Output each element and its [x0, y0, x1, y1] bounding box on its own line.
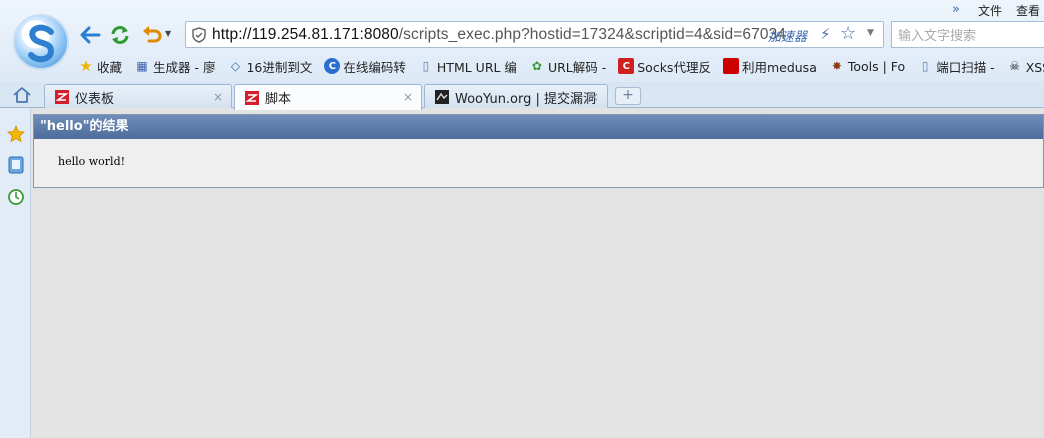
url-path: /scripts_exec.php?hostid=17324&scriptid=… [398, 25, 787, 43]
new-tab-button[interactable]: + [615, 87, 641, 105]
bookmark-item[interactable]: ▯ HTML URL 编 [418, 57, 517, 76]
address-bar[interactable]: http://119.254.81.171:8080/scripts_exec.… [185, 21, 884, 48]
refresh-button[interactable] [108, 24, 132, 46]
bookmarks-bar: ★ 收藏 ▦ 生成器 - 廖 ◇ 16进制到文 C 在线编码转 ▯ HTML URL 编 … [78, 55, 1044, 77]
page-icon: ▯ [921, 59, 929, 73]
menu-file[interactable]: 文件 [978, 2, 1002, 20]
address-dropdown-icon[interactable]: ▼ [867, 28, 874, 38]
code-icon: ◇ [230, 59, 241, 73]
security-shield-icon[interactable] [186, 26, 212, 43]
undo-icon [143, 26, 162, 43]
sidebar [0, 108, 31, 438]
refresh-icon [111, 26, 129, 44]
search-input[interactable]: 输入文字搜索 [891, 21, 1044, 48]
top-menu: » 文件 查看 [952, 2, 1044, 20]
bookmark-item[interactable]: ✿ URL解码 - [529, 57, 606, 76]
bug-icon: ✸ [831, 59, 842, 73]
browser-logo-icon[interactable] [13, 14, 69, 70]
favorite-star-icon[interactable]: ☆ [840, 23, 856, 44]
star-icon: ★ [79, 57, 93, 75]
close-tab-icon[interactable]: × [589, 90, 599, 104]
puzzle-icon: ✿ [531, 59, 542, 73]
zabbix-icon [55, 90, 69, 104]
reader-icon[interactable] [6, 155, 26, 175]
tab-label: WooYun.org | 提交漏洞 [455, 91, 597, 107]
tab-strip: 仪表板 × 脚本 × WooYun.org | 提交漏洞 × + [0, 82, 1044, 110]
undo-dropdown-icon[interactable]: ▼ [165, 29, 171, 38]
browser-toolbar: » 文件 查看 ▼ http://119.254.81.171:8080/scr… [0, 0, 1044, 82]
film-icon: ▦ [136, 59, 148, 73]
red-c-icon: C [618, 58, 635, 74]
bookmark-item[interactable]: C Socks代理反 [618, 57, 711, 76]
zabbix-icon [245, 90, 259, 105]
expand-menu-icon[interactable]: » [952, 2, 960, 20]
bookmark-item[interactable]: 利用medusa [722, 57, 817, 76]
script-output: hello world! [58, 155, 126, 168]
close-tab-icon[interactable]: × [213, 90, 223, 104]
bookmark-item[interactable]: ☠XSS平台 [1007, 57, 1044, 76]
skull-icon: ☠ [1009, 59, 1021, 73]
bookmark-item[interactable]: ◇ 16进制到文 [227, 57, 313, 76]
bookmark-item[interactable]: ▦ 生成器 - 廖 [134, 57, 215, 76]
c-logo-icon: C [324, 58, 341, 74]
bookmark-item[interactable]: C 在线编码转 [324, 57, 406, 76]
close-tab-icon[interactable]: × [403, 90, 413, 104]
page-content: "hello"的结果 hello world! [31, 108, 1044, 438]
tab-scripts[interactable]: 脚本 × [234, 84, 422, 110]
tab-dashboard[interactable]: 仪表板 × [44, 84, 232, 109]
back-button[interactable] [78, 24, 102, 46]
redhat-icon [722, 58, 739, 74]
wooyun-icon [435, 90, 449, 104]
back-arrow-icon [80, 26, 101, 44]
bookmark-item[interactable]: ▯ 端口扫描 - [917, 57, 995, 76]
panel-title: "hello"的结果 [34, 115, 1043, 139]
url-text[interactable]: http://119.254.81.171:8080/scripts_exec.… [212, 26, 786, 44]
menu-view[interactable]: 查看 [1016, 2, 1040, 20]
history-clock-icon[interactable] [6, 187, 26, 207]
accelerator-link[interactable]: 加速器 [768, 26, 807, 45]
home-icon[interactable] [12, 86, 32, 107]
bookmark-item[interactable]: ★ 收藏 [78, 57, 122, 76]
url-host: http://119.254.81.171:8080 [212, 25, 399, 43]
undo-close-tab-button[interactable] [140, 24, 164, 46]
lightning-icon[interactable]: ⚡ [820, 25, 831, 43]
page-icon: ▯ [422, 59, 430, 73]
tab-wooyun[interactable]: WooYun.org | 提交漏洞 × [424, 84, 608, 109]
bookmark-item[interactable]: ✸ Tools | Fo [829, 58, 905, 74]
result-panel: "hello"的结果 hello world! [33, 114, 1044, 188]
favorites-star-icon[interactable] [6, 124, 26, 144]
tab-label: 脚本 [265, 92, 292, 107]
tab-label: 仪表板 [75, 91, 115, 107]
